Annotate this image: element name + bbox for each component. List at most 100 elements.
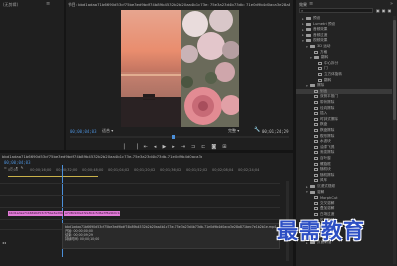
transport-controls: ▏ ▕ ⇤ ◂ ▶ ▸ ⇥ ⊐ ⊏ ◙ ⊞ — [124, 143, 254, 150]
effects-item[interactable]: 水波块 — [296, 139, 392, 144]
effects-item[interactable]: 棋盘擦除 — [296, 128, 392, 133]
folder-icon — [306, 39, 311, 43]
effect-icon — [314, 168, 318, 172]
effect-icon — [314, 151, 318, 155]
quality-dropdown[interactable]: 完整 ▾ — [228, 128, 239, 134]
program-monitor-tab[interactable]: 节目: bbd1adaa71b6690d53cf75be3ed9bdf74b89… — [68, 2, 290, 8]
effects-item[interactable]: 交叉溶解 — [296, 201, 392, 206]
program-video-frame[interactable] — [121, 10, 239, 127]
effects-item[interactable]: MorphCut — [296, 195, 392, 200]
32bit-effects-icon[interactable]: ▣ — [382, 8, 386, 14]
effects-item[interactable]: 翻转 — [296, 78, 392, 83]
effects-item-label: 径向擦除 — [320, 105, 335, 110]
effects-scrollbar[interactable] — [393, 16, 396, 264]
effects-item-label: 带状擦除 — [320, 100, 335, 104]
effects-folder-item[interactable]: ▸ Lumetri 预设 — [296, 22, 392, 27]
effects-item[interactable]: 叠加溶解 — [296, 206, 392, 211]
source-monitor-tab[interactable]: (无剪辑) — [3, 2, 18, 8]
effects-item[interactable]: 风车 — [296, 178, 392, 183]
folder-icon — [310, 185, 315, 188]
search-icon: ⌕ — [301, 8, 304, 13]
playhead-marker[interactable] — [172, 135, 175, 139]
effect-icon — [314, 101, 318, 104]
mark-in-icon[interactable]: ▏ — [124, 144, 128, 150]
effects-item[interactable]: 随机擦除 — [296, 173, 392, 178]
track-header-marker[interactable]: ◂◂ — [2, 240, 6, 245]
camera-icon[interactable]: ◙ — [211, 144, 216, 150]
folder-icon — [310, 190, 315, 194]
timeline-panel: bbd1adaa71b6690d53cf75be3ed9bdf74b89b453… — [0, 153, 293, 266]
yuv-effects-icon[interactable]: ▣ — [388, 8, 392, 14]
effects-folder-item[interactable]: ▾ 溶解 — [296, 190, 392, 195]
timeline-ruler[interactable]: 00;00 00;00;16;00 00;00;32;00 00;00;48;0… — [8, 168, 278, 174]
go-to-out-icon[interactable]: ⇥ — [181, 144, 185, 150]
expand-panel-icon[interactable]: » — [390, 1, 393, 7]
accelerated-effects-icon[interactable]: ▣ — [376, 8, 380, 14]
effects-folder-item[interactable]: ▾ 3D 运动 — [296, 44, 392, 49]
effects-item[interactable]: 立方体旋转 — [296, 72, 392, 77]
effects-item[interactable]: 划出 — [296, 88, 392, 94]
work-area-bar[interactable] — [8, 176, 98, 177]
ruler-tick: 00;01;52;02 — [186, 168, 208, 172]
source-monitor-menu-icon[interactable]: ≡ — [46, 1, 50, 7]
scrollbar-thumb[interactable] — [393, 20, 396, 120]
timeline-tab[interactable]: bbd1adaa71b6690d53cf75be3ed9bdf74b89b453… — [2, 154, 202, 159]
play-icon[interactable]: ▶ — [162, 144, 166, 150]
effects-item[interactable]: 时钟式擦除 — [296, 117, 392, 122]
filter-icons: ▣ ▣ ▣ — [376, 8, 391, 14]
overwrite-icon[interactable]: ⊏ — [201, 144, 205, 150]
effects-item[interactable]: 双侧平推门 — [296, 94, 392, 99]
step-forward-icon[interactable]: ▸ — [172, 144, 175, 150]
effects-item[interactable]: 带状擦除 — [296, 100, 392, 105]
effects-item[interactable]: 门 — [296, 66, 392, 71]
go-to-in-icon[interactable]: ⇤ — [144, 144, 148, 150]
effects-item[interactable]: 渐变擦除 — [296, 150, 392, 155]
effects-item[interactable]: 油漆飞溅 — [296, 145, 392, 150]
effects-item-label: Lumetri 预设 — [313, 21, 336, 26]
effects-item-label: 插入 — [320, 111, 328, 116]
effects-item[interactable]: 随机块 — [296, 167, 392, 172]
step-back-icon[interactable]: ◂ — [154, 144, 157, 150]
effects-item[interactable]: 中心拆分 — [296, 61, 392, 66]
ruler-tick: 00;01;20;02 — [134, 168, 156, 172]
effects-item-label: 螺旋框 — [320, 161, 331, 166]
effects-item-label: 方格 — [320, 49, 328, 54]
wrench-icon[interactable]: 🔧 — [254, 127, 260, 133]
effect-icon — [314, 173, 318, 177]
effects-folder-item[interactable]: ▸ 预设 — [296, 16, 392, 21]
effects-item[interactable]: 百叶窗 — [296, 156, 392, 161]
effect-icon — [314, 179, 318, 183]
effect-icon — [314, 201, 318, 205]
effect-icon — [314, 112, 318, 116]
track-divider — [0, 219, 280, 220]
effects-folder-item[interactable]: ▾ 翻转 — [296, 55, 392, 60]
effects-item-label: 3D 运动 — [317, 44, 331, 48]
effect-icon — [314, 134, 318, 138]
effects-item[interactable]: 棋盘 — [296, 122, 392, 127]
fit-dropdown[interactable]: 适合 ▾ — [102, 128, 113, 134]
program-scrub-bar[interactable] — [70, 135, 289, 139]
chevron-down-icon: ▾ — [111, 128, 114, 133]
effects-folder-item[interactable]: ▾ 视频效果 — [296, 38, 392, 43]
folder-icon — [306, 17, 311, 20]
snap-icon[interactable]: ⊂ — [4, 165, 7, 171]
effects-folder-item[interactable]: ▸ 沉浸式视频 — [296, 184, 392, 189]
effects-item[interactable]: 径向擦除 — [296, 106, 392, 111]
effects-folder-item[interactable]: ▸ 音频效果 — [296, 27, 392, 32]
effect-icon — [314, 140, 318, 144]
effects-item[interactable]: 螺旋框 — [296, 162, 392, 167]
program-current-timecode[interactable]: 00;00;04;03 — [70, 129, 97, 134]
settings-icon[interactable]: ⊞ — [222, 144, 226, 150]
ruler-tick: 00;00;16;00 — [30, 168, 52, 172]
effects-item[interactable]: 楔形擦除 — [296, 134, 392, 139]
effects-search-input[interactable]: ⌕ — [299, 8, 373, 13]
video-clip[interactable]: bbd1adaa71b6690d53cf75be3ed9bdf74 — [8, 211, 63, 216]
effects-item[interactable]: 方格 — [296, 50, 392, 55]
effects-folder-item[interactable]: ▸ 音频过渡 — [296, 33, 392, 38]
mark-out-icon[interactable]: ▕ — [134, 144, 138, 150]
effects-item[interactable]: 插入 — [296, 111, 392, 116]
video-clip[interactable]: a7c8b9d0e1f2a3b4c5d6e7f8a9b0c1d2e3f4a5b6… — [64, 211, 120, 216]
effects-folder-item[interactable]: ▾ 擦除 — [296, 83, 392, 88]
insert-icon[interactable]: ⊐ — [191, 144, 195, 150]
panel-menu-icon[interactable]: ≡ — [309, 1, 313, 7]
